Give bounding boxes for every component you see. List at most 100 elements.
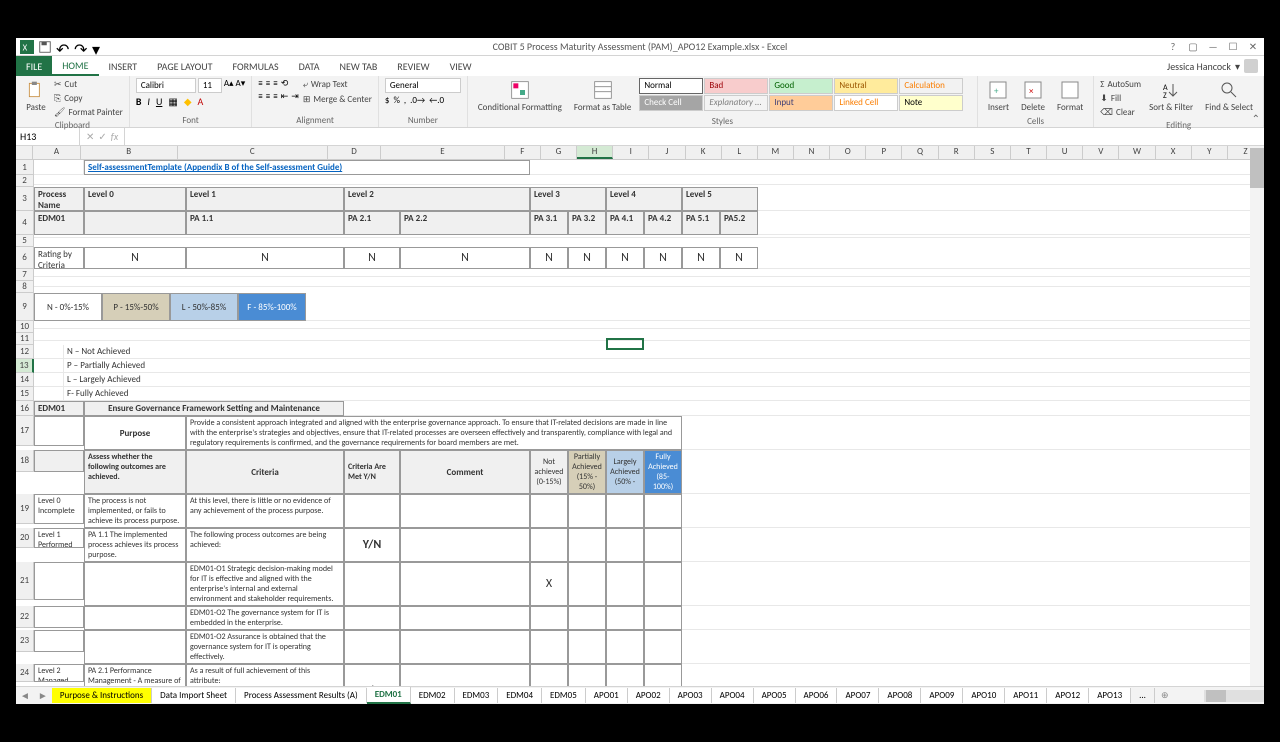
merge-center-button[interactable]: ⊞ Merge & Center (303, 93, 372, 106)
wrap-text-button[interactable]: ⤶ Wrap Text (303, 78, 372, 91)
font-size-select[interactable]: 11 (198, 78, 222, 93)
fill-color-button[interactable]: ◆ (184, 95, 192, 108)
font-color-button[interactable]: A (198, 95, 204, 108)
indent-inc-icon[interactable]: ⇥ (291, 91, 299, 102)
close-button[interactable]: ✕ (1246, 40, 1260, 54)
save-icon[interactable] (38, 40, 52, 54)
style-normal[interactable]: Normal (639, 78, 703, 94)
sheet-results[interactable]: Process Assessment Results (A) (236, 688, 367, 703)
currency-icon[interactable]: $ (385, 95, 390, 106)
undo-icon[interactable]: ↶ (56, 40, 70, 54)
align-right-icon[interactable]: ≡ (273, 91, 277, 102)
sheet-apo05[interactable]: APO05 (754, 688, 796, 703)
style-bad[interactable]: Bad (704, 78, 768, 94)
increase-decimal-icon[interactable]: .0→ (410, 95, 425, 106)
tab-new[interactable]: New Tab (329, 56, 387, 76)
col-W[interactable]: W (1119, 146, 1155, 159)
style-note[interactable]: Note (899, 95, 963, 111)
sheet-apo06[interactable]: APO06 (796, 688, 838, 703)
col-O[interactable]: O (830, 146, 866, 159)
tab-page-layout[interactable]: PAGE LAYOUT (147, 56, 222, 76)
decrease-font-icon[interactable]: A▾ (236, 78, 246, 93)
add-sheet-button[interactable]: ⊕ (1155, 690, 1175, 701)
col-C[interactable]: C (178, 146, 328, 159)
indent-dec-icon[interactable]: ⇤ (281, 91, 289, 102)
sheet-apo02[interactable]: APO02 (628, 688, 670, 703)
sheet-edm02[interactable]: EDM02 (411, 688, 455, 703)
col-B[interactable]: B (81, 146, 178, 159)
col-E[interactable]: E (381, 146, 505, 159)
percent-icon[interactable]: % (393, 95, 399, 106)
col-R[interactable]: R (939, 146, 975, 159)
col-Q[interactable]: Q (902, 146, 938, 159)
cut-button[interactable]: ✂ Cut (54, 78, 123, 91)
col-I[interactable]: I (613, 146, 649, 159)
sheet-apo09[interactable]: APO09 (921, 688, 963, 703)
autosum-button[interactable]: Σ AutoSum (1100, 78, 1141, 91)
tab-data[interactable]: DATA (289, 56, 330, 76)
ribbon-options-icon[interactable]: ▢ (1186, 40, 1200, 54)
col-X[interactable]: X (1156, 146, 1192, 159)
horizontal-scrollbar[interactable] (1204, 690, 1264, 702)
col-A[interactable]: A (33, 146, 81, 159)
fill-button[interactable]: ⬇ Fill (1100, 92, 1141, 105)
sheet-apo08[interactable]: APO08 (879, 688, 921, 703)
col-S[interactable]: S (975, 146, 1011, 159)
style-neutral[interactable]: Neutral (834, 78, 898, 94)
increase-font-icon[interactable]: A▴ (224, 78, 234, 93)
align-middle-icon[interactable]: ≡ (266, 78, 270, 89)
col-U[interactable]: U (1047, 146, 1083, 159)
style-check-cell[interactable]: Check Cell (639, 95, 703, 111)
redo-icon[interactable]: ↷ (74, 40, 88, 54)
align-top-icon[interactable]: ≡ (258, 78, 262, 89)
paste-button[interactable]: Paste (22, 78, 50, 115)
col-F[interactable]: F (505, 146, 541, 159)
col-N[interactable]: N (794, 146, 830, 159)
sheet-apo12[interactable]: APO12 (1047, 688, 1089, 703)
sheet-apo11[interactable]: APO11 (1005, 688, 1047, 703)
bold-button[interactable]: B (136, 95, 142, 108)
qat-customize-icon[interactable]: ▾ (92, 40, 106, 54)
col-V[interactable]: V (1083, 146, 1119, 159)
orientation-icon[interactable]: ⟲ (281, 78, 289, 89)
find-select-button[interactable]: Find & Select (1201, 78, 1257, 115)
copy-button[interactable]: ⎘ Copy (54, 92, 123, 105)
sheet-data-import[interactable]: Data Import Sheet (152, 688, 236, 703)
title-link[interactable]: Self-assessmentTemplate (Appendix B of t… (84, 160, 530, 175)
sheet-edm03[interactable]: EDM03 (455, 688, 499, 703)
col-H[interactable]: H (577, 146, 613, 159)
sheet-apo07[interactable]: APO07 (837, 688, 879, 703)
col-J[interactable]: J (649, 146, 685, 159)
sheet-apo10[interactable]: APO10 (963, 688, 1005, 703)
tab-review[interactable]: REVIEW (387, 56, 439, 76)
help-icon[interactable]: ? (1166, 40, 1180, 54)
select-all-button[interactable] (16, 146, 33, 159)
user-account[interactable]: Jessica Hancock ▾ (1167, 56, 1264, 76)
style-calculation[interactable]: Calculation (899, 78, 963, 94)
font-name-select[interactable]: Calibri (136, 78, 196, 93)
tab-insert[interactable]: INSERT (99, 56, 148, 76)
tab-home[interactable]: HOME (52, 56, 98, 76)
sheet-apo04[interactable]: APO04 (712, 688, 754, 703)
sheet-edm01[interactable]: EDM01 (367, 687, 411, 704)
tab-formulas[interactable]: FORMULAS (222, 56, 288, 76)
sheet-edm05[interactable]: EDM05 (542, 688, 586, 703)
vertical-scrollbar[interactable] (1250, 146, 1264, 686)
style-explanatory[interactable]: Explanatory ... (704, 95, 768, 111)
style-linked-cell[interactable]: Linked Cell (834, 95, 898, 111)
style-good[interactable]: Good (769, 78, 833, 94)
style-input[interactable]: Input (769, 95, 833, 111)
sheet-apo01[interactable]: APO01 (586, 688, 628, 703)
decrease-decimal-icon[interactable]: ←.0 (429, 95, 444, 106)
worksheet-grid[interactable]: A B C D E F G H I J K L M N O P Q R S T … (16, 146, 1264, 686)
tab-nav-next[interactable]: ► (34, 689, 52, 702)
sort-filter-button[interactable]: AZSort & Filter (1145, 78, 1197, 115)
col-P[interactable]: P (866, 146, 902, 159)
format-as-table-button[interactable]: Format as Table (570, 78, 636, 115)
col-G[interactable]: G (541, 146, 577, 159)
minimize-button[interactable]: — (1206, 40, 1220, 54)
align-center-icon[interactable]: ≡ (266, 91, 270, 102)
sheet-edm04[interactable]: EDM04 (498, 688, 542, 703)
insert-cells-button[interactable]: +Insert (984, 78, 1013, 115)
col-K[interactable]: K (686, 146, 722, 159)
